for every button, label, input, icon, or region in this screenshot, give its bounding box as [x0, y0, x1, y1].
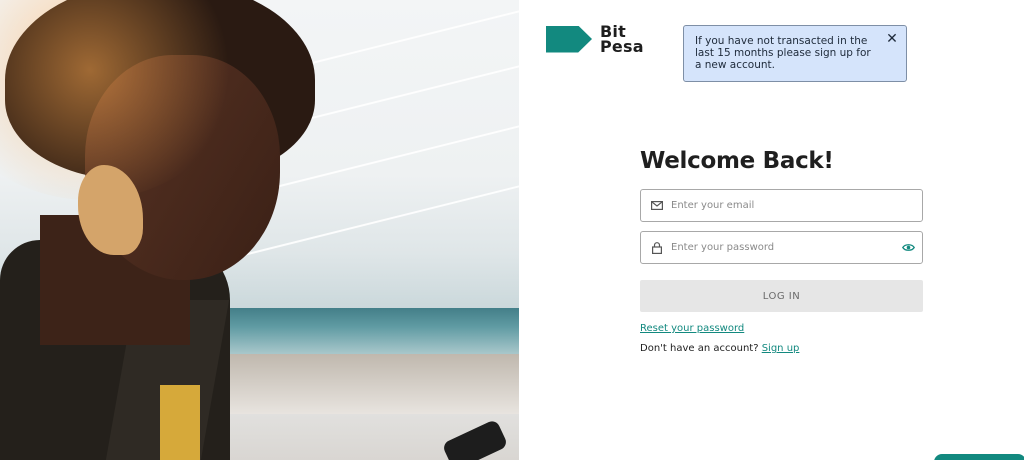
login-button[interactable]: LOG IN: [640, 280, 923, 312]
signup-link[interactable]: Sign up: [762, 343, 800, 354]
info-notice: If you have not transacted in the last 1…: [683, 25, 907, 82]
email-field[interactable]: [640, 189, 923, 222]
password-field[interactable]: [640, 231, 923, 264]
reset-password-link[interactable]: Reset your password: [640, 323, 744, 334]
hero-photo: [0, 0, 519, 460]
signup-prompt: Don't have an account? Sign up: [640, 343, 799, 354]
bitpesa-logo[interactable]: Bit Pesa: [546, 24, 644, 56]
eye-icon[interactable]: [894, 243, 922, 252]
logo-text: Bit Pesa: [600, 24, 644, 56]
notice-message: If you have not transacted in the last 1…: [695, 35, 871, 71]
password-input[interactable]: [671, 232, 894, 263]
logo-text-line2: Pesa: [600, 37, 644, 56]
no-account-text: Don't have an account?: [640, 343, 759, 354]
page-title: Welcome Back!: [640, 148, 834, 174]
chat-widget-tab[interactable]: [934, 454, 1024, 460]
close-icon[interactable]: ✕: [885, 32, 899, 46]
logo-arrow-icon: [546, 25, 592, 53]
lock-icon: [643, 241, 671, 254]
mail-icon: [643, 201, 671, 210]
email-input[interactable]: [671, 190, 922, 221]
